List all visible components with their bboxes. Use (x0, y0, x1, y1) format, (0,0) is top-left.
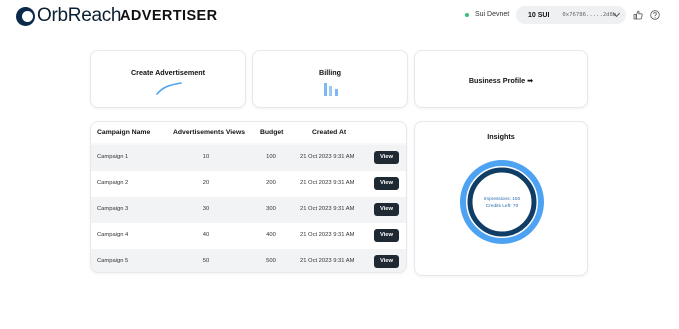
cell-campaign-name: Campaign 3 (97, 206, 129, 212)
cell-views: 30 (202, 206, 210, 212)
network-indicator[interactable]: Sui Devnet (465, 11, 509, 18)
header-created-at: Created At (312, 129, 347, 136)
create-advertisement-label: Create Advertisement (130, 68, 206, 77)
view-button[interactable]: View (374, 177, 399, 190)
network-label: Sui Devnet (475, 11, 510, 18)
wallet-balance: 10 SUI (528, 11, 550, 19)
cell-budget: 400 (266, 232, 276, 238)
cell-campaign-name: Campaign 2 (97, 180, 129, 186)
billing-label: Billing (319, 68, 341, 77)
cell-created-at: 21 Oct 2023 9:31 AM (300, 206, 355, 212)
cell-created-at: 21 Oct 2023 9:31 AM (300, 154, 355, 160)
bar-chart-icon (324, 83, 338, 96)
business-profile-label: Business Profile ➡ (468, 76, 534, 85)
credits-left-label: Credits Left: 70 (485, 204, 519, 209)
wallet-button[interactable]: 10 SUI 0x76786.....2d8b (516, 6, 626, 24)
view-button[interactable]: View (374, 255, 399, 268)
trend-line-icon (156, 82, 182, 95)
table-row: Campaign 1 10 100 21 Oct 2023 9:31 AM Vi… (91, 145, 406, 171)
create-advertisement-card[interactable]: Create Advertisement (90, 50, 246, 108)
thumbs-up-icon[interactable] (633, 10, 643, 20)
table-row: Campaign 3 30 300 21 Oct 2023 9:31 AM Vi… (91, 197, 406, 223)
view-button[interactable]: View (374, 229, 399, 242)
header-advertisement-views: Advertisements Views (173, 129, 246, 136)
cell-budget: 100 (266, 154, 276, 160)
orb-logo-icon (16, 6, 35, 26)
cell-budget: 200 (266, 180, 276, 186)
table-row: Campaign 2 20 200 21 Oct 2023 9:31 AM Vi… (91, 171, 406, 197)
wallet-address: 0x76786.....2d8b (562, 12, 617, 18)
table-row: Campaign 5 50 500 21 Oct 2023 9:31 AM Vi… (91, 249, 406, 272)
view-button[interactable]: View (374, 203, 399, 216)
cell-views: 50 (202, 258, 210, 264)
cell-budget: 300 (266, 206, 276, 212)
table-header: Campaign Name Advertisements Views Budge… (91, 122, 406, 143)
cell-created-at: 21 Oct 2023 9:31 AM (300, 180, 355, 186)
cell-views: 20 (202, 180, 210, 186)
app-title: ADVERTISER (120, 8, 218, 24)
insights-donut-chart (460, 160, 544, 244)
cell-campaign-name: Campaign 1 (97, 154, 129, 160)
cell-created-at: 21 Oct 2023 9:31 AM (300, 232, 355, 238)
cell-views: 10 (202, 154, 210, 160)
business-profile-card[interactable]: Business Profile ➡ (414, 50, 588, 108)
cell-campaign-name: Campaign 5 (97, 258, 129, 264)
table-row: Campaign 4 40 400 21 Oct 2023 9:31 AM Vi… (91, 223, 406, 249)
help-circle-icon[interactable] (650, 10, 660, 20)
credits-ring (467, 167, 537, 237)
logo[interactable]: OrbReach (16, 5, 122, 27)
campaign-table: Campaign Name Advertisements Views Budge… (90, 121, 407, 273)
cell-campaign-name: Campaign 4 (97, 232, 129, 238)
impressions-label: Impressions: 150 (483, 197, 521, 202)
insights-title: Insights (487, 132, 515, 141)
billing-card[interactable]: Billing (252, 50, 408, 108)
cell-budget: 500 (266, 258, 276, 264)
header-campaign-name: Campaign Name (97, 129, 151, 136)
logo-text: OrbReach (37, 5, 122, 26)
view-button[interactable]: View (374, 151, 399, 164)
header-budget: Budget (260, 129, 284, 136)
impressions-ring (460, 160, 544, 244)
cell-views: 40 (202, 232, 210, 238)
insights-card: Insights Impressions: 150 Credits Left: … (414, 121, 588, 276)
status-dot-icon (465, 12, 469, 17)
app-header: OrbReach ADVERTISER Sui Devnet 10 SUI 0x… (0, 0, 679, 32)
cell-created-at: 21 Oct 2023 9:31 AM (300, 258, 355, 264)
